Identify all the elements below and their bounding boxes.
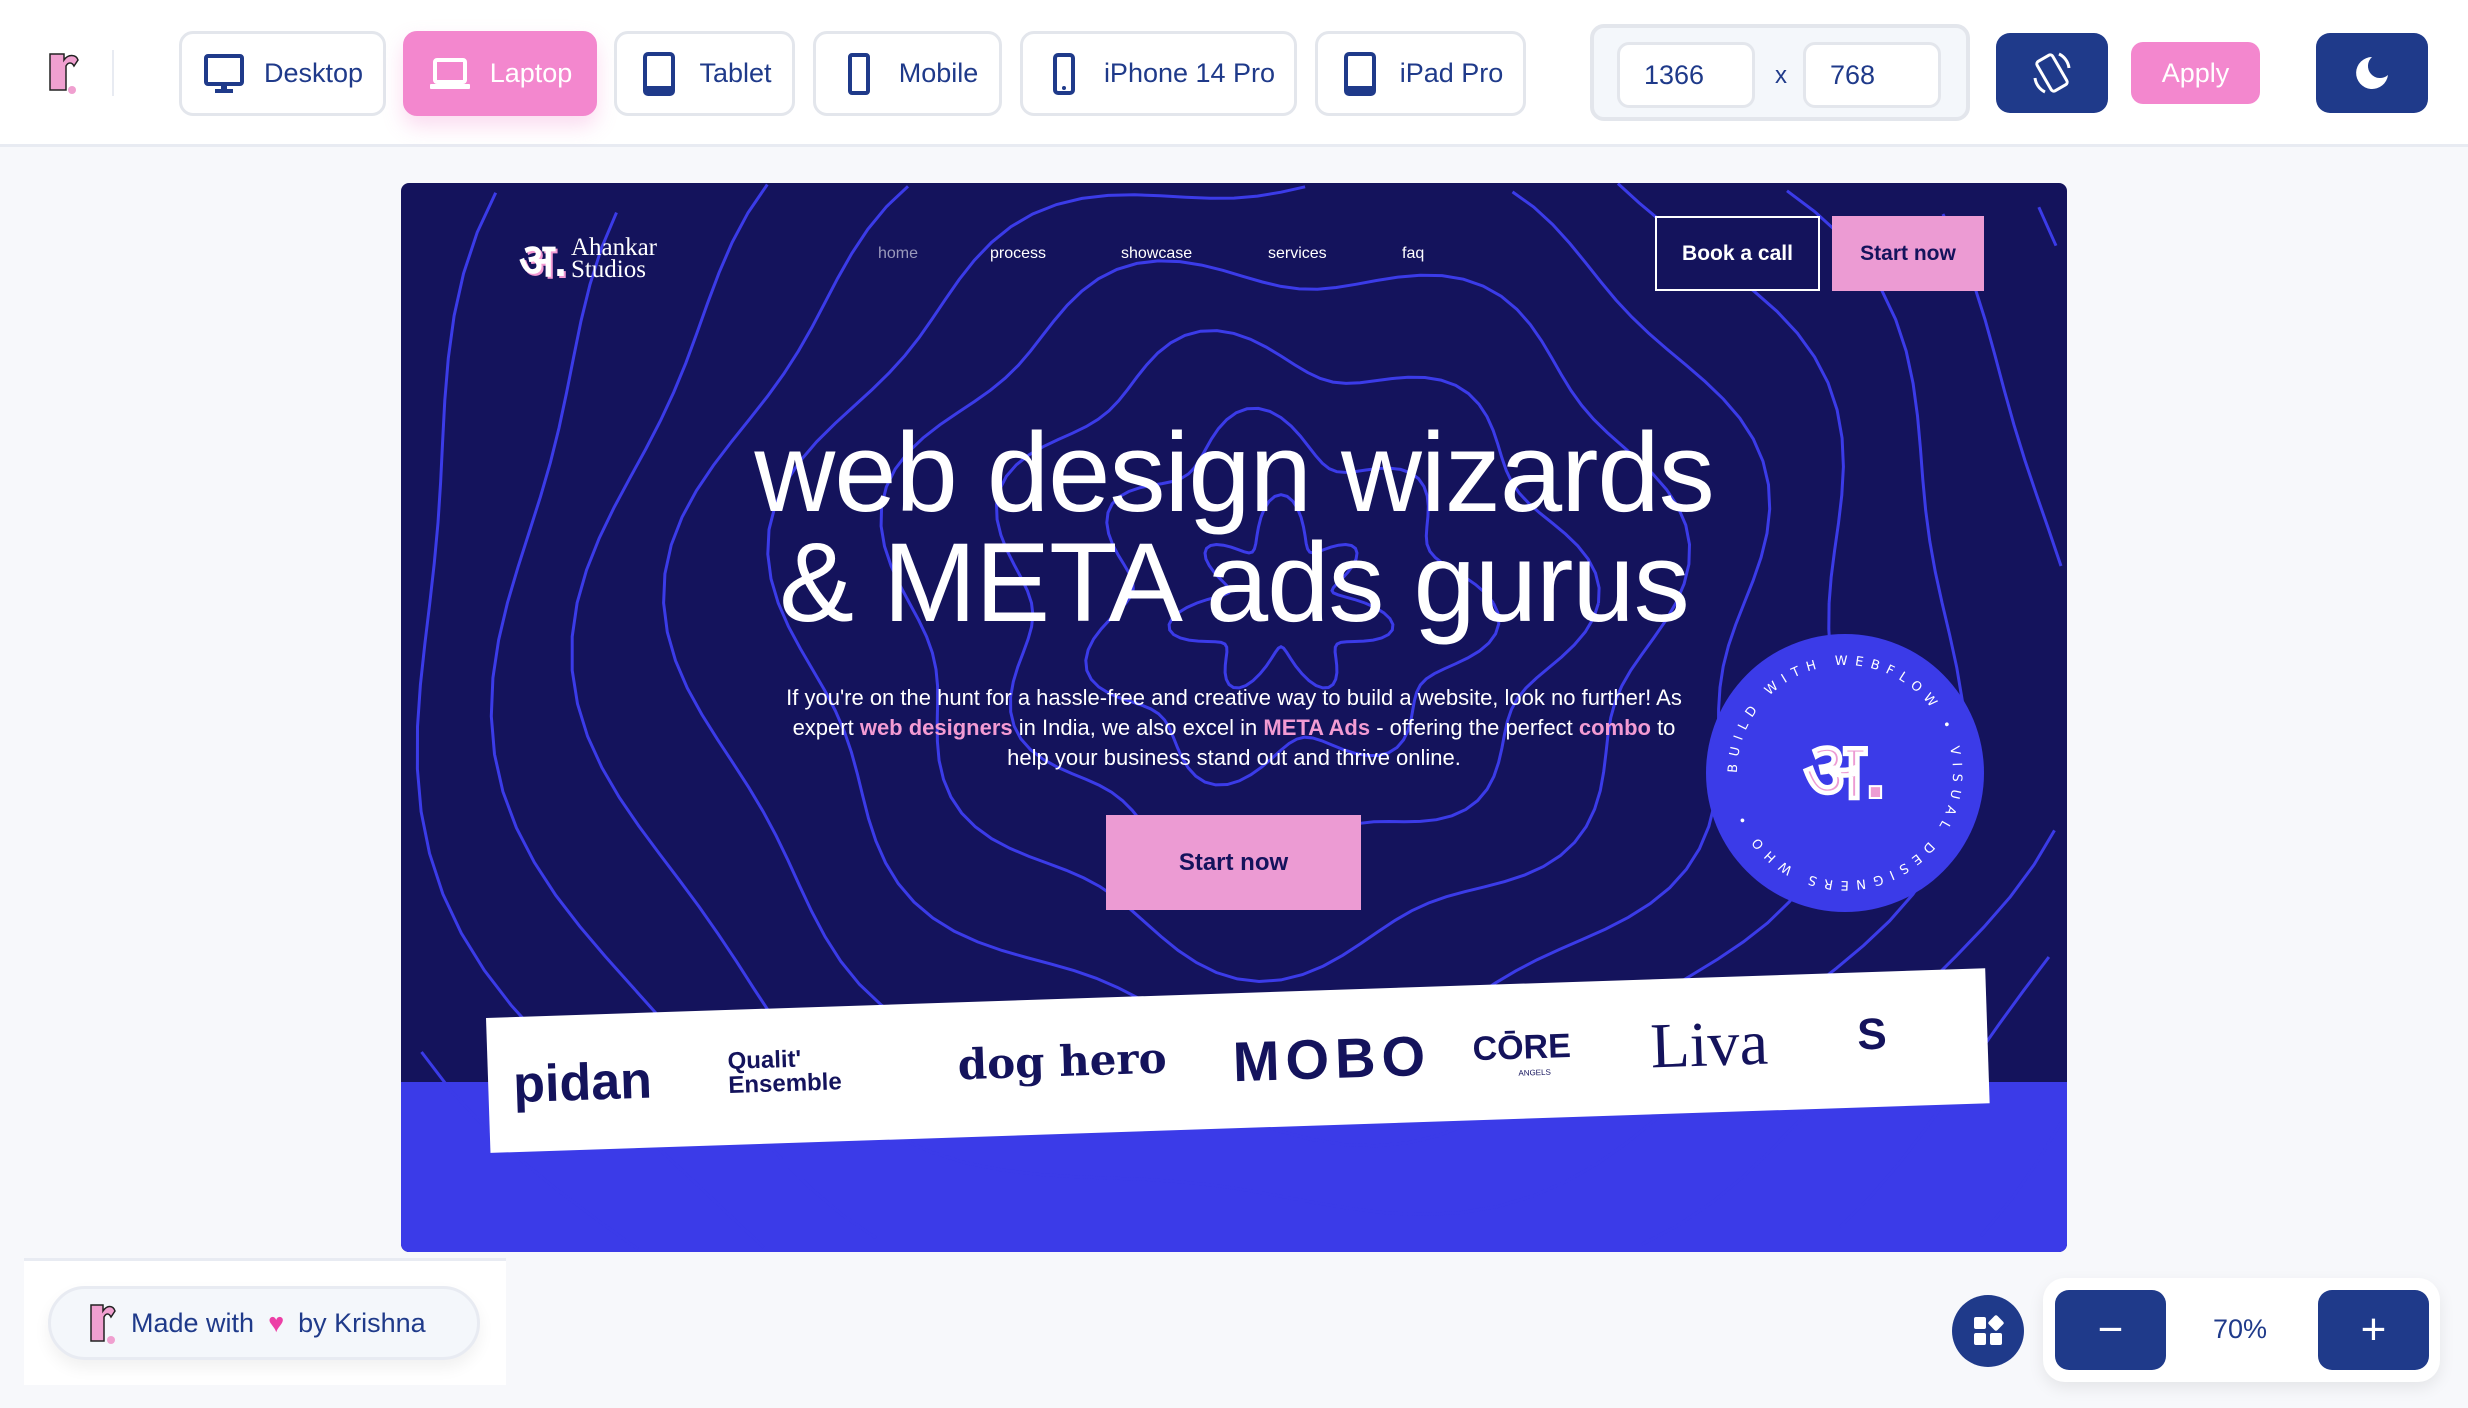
phone-icon (1052, 52, 1075, 95)
device-ipad-pro-button[interactable]: iPad Pro (1315, 31, 1526, 116)
desktop-icon (203, 53, 244, 93)
paragraph-text: - offering the perfect (1370, 715, 1579, 740)
device-label: Laptop (489, 58, 573, 88)
author-text: by Krishna (298, 1307, 426, 1338)
toolbar: Desktop Laptop Tablet Mobile iPhone 14 Pro iP… (0, 0, 2468, 147)
height-input[interactable] (1803, 42, 1941, 108)
zoom-in-button[interactable]: + (2318, 1290, 2429, 1370)
zoom-controls: − 70% + (2043, 1278, 2440, 1382)
brand-liva: Liva (1649, 1006, 1769, 1082)
device-label: iPad Pro (1399, 58, 1504, 88)
made-with-badge[interactable]: Made with ♥ by Krishna (48, 1286, 480, 1360)
size-group: x (1590, 24, 1970, 121)
brand-core: CŌRE (1471, 1027, 1572, 1069)
times-sign: x (1775, 62, 1787, 89)
device-label: iPhone 14 Pro (1103, 58, 1276, 88)
made-with-text: Made with (131, 1307, 255, 1338)
start-now-cta-button[interactable]: Start now (1106, 815, 1361, 910)
headline-line-2: & META ads gurus (779, 520, 1689, 645)
device-desktop-button[interactable]: Desktop (179, 31, 386, 116)
rotate-button[interactable] (1996, 33, 2108, 113)
nav-home[interactable]: home (878, 245, 918, 263)
device-iphone-14-pro-button[interactable]: iPhone 14 Pro (1020, 31, 1297, 116)
zoom-out-button[interactable]: − (2055, 1290, 2166, 1370)
webflow-badge: BUILD WITH WEBFLOW • VISUAL DESIGNERS WH… (1706, 634, 1984, 912)
grid-view-button[interactable] (1952, 1295, 2024, 1367)
brand-s: S (1856, 1009, 1888, 1060)
device-label: Desktop (263, 58, 364, 88)
app-logo-icon (90, 1304, 116, 1344)
device-laptop-button[interactable]: Laptop (403, 31, 597, 116)
apply-button[interactable]: Apply (2131, 42, 2260, 104)
tablet-icon (643, 51, 676, 96)
device-mobile-button[interactable]: Mobile (813, 31, 1002, 116)
highlight-text: META Ads (1263, 715, 1371, 740)
logo-text-2: Studios (570, 256, 646, 283)
brand-dog-hero: dog hero (957, 1033, 1168, 1090)
heart-icon: ♥ (268, 1307, 285, 1338)
paragraph-text: in India, we also excel in (1012, 715, 1264, 740)
divider (112, 50, 114, 96)
device-label: Tablet (699, 58, 772, 88)
credit-panel: Made with ♥ by Krishna (24, 1258, 506, 1385)
highlight-text: web designers (859, 715, 1013, 740)
site-logo[interactable]: अ. Ahankar Studios (519, 228, 657, 290)
badge-logo-icon: अ. (1803, 726, 1886, 815)
brand-mobo: MOBO (1231, 1023, 1433, 1094)
minus-icon: − (2097, 1305, 2124, 1354)
moon-icon (2356, 57, 2388, 89)
width-input[interactable] (1617, 42, 1755, 108)
nav-showcase[interactable]: showcase (1121, 245, 1192, 263)
app-logo-icon (49, 53, 79, 94)
logo-mark-icon: अ. (519, 234, 567, 286)
rotate-icon (2033, 52, 2071, 94)
book-call-button[interactable]: Book a call (1655, 216, 1820, 291)
laptop-icon (429, 57, 470, 89)
brand-qualit-ensemble: Qualit' Ensemble (727, 1045, 843, 1099)
device-tablet-button[interactable]: Tablet (614, 31, 795, 116)
site-preview: अ. Ahankar Studios home process showcase… (401, 183, 2067, 1252)
mobile-icon (847, 52, 870, 95)
nav-process[interactable]: process (990, 245, 1046, 263)
nav-services[interactable]: services (1268, 245, 1327, 263)
headline-line-1: web design wizards (754, 410, 1714, 535)
brand-core-angels: ANGELS (1518, 1067, 1552, 1078)
plus-icon: + (2360, 1305, 2387, 1354)
start-now-nav-button[interactable]: Start now (1832, 216, 1984, 291)
dark-mode-button[interactable] (2316, 33, 2428, 113)
zoom-level: 70% (2213, 1314, 2268, 1344)
highlight-text: combo (1578, 715, 1651, 740)
nav-faq[interactable]: faq (1402, 245, 1424, 263)
tablet-icon (1343, 51, 1376, 96)
grid-icon (1974, 1315, 2004, 1345)
brand-pidan: pidan (512, 1051, 653, 1115)
device-label: Mobile (898, 58, 979, 88)
intro-paragraph: If you're on the hunt for a hassle-free … (784, 683, 1684, 773)
